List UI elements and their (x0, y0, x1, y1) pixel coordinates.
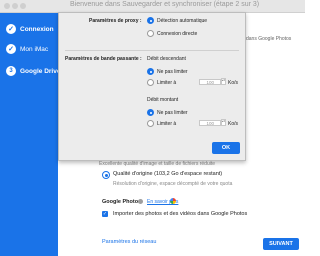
import-photos-label: Importer des photos et des vidéos dans G… (113, 211, 248, 217)
download-limit-input[interactable]: 100 (199, 79, 221, 85)
checkmark-icon: ✓ (6, 24, 16, 34)
download-nolimit-radio[interactable] (147, 68, 154, 75)
proxy-direct-label: Connexion directe (157, 31, 198, 37)
upload-limit-radio[interactable] (147, 120, 154, 127)
google-photos-label: Google Photos (102, 199, 142, 205)
upload-nolimit-radio[interactable] (147, 109, 154, 116)
ok-button[interactable]: OK (212, 142, 240, 154)
photos-heading-partial: dans Google Photos (246, 36, 292, 42)
proxy-settings-label: Paramètres de proxy : (89, 18, 142, 24)
step-number-badge: 3 (6, 66, 16, 76)
sidebar-item-label: Mon iMac (20, 45, 49, 53)
download-unit: Ko/s (228, 80, 239, 86)
upload-nolimit-label: Ne pas limiter (157, 110, 188, 116)
divider (65, 50, 239, 51)
checkmark-icon: ✓ (6, 44, 16, 54)
upload-limit-stepper[interactable]: ▴▾ (221, 119, 226, 126)
proxy-auto-radio[interactable] (147, 17, 154, 24)
sidebar-item-label: Connexion (20, 25, 54, 33)
original-quality-label: Qualité d'origine (103,2 Go d'espace res… (113, 171, 223, 177)
zoom-window-icon[interactable] (20, 3, 26, 9)
download-limit-label: Limiter à (157, 80, 177, 86)
sidebar-item-label: Google Drive (20, 67, 61, 75)
minimize-window-icon[interactable] (12, 3, 18, 9)
bandwidth-settings-label: Paramètres de bande passante : (65, 56, 142, 62)
upload-limit-input[interactable]: 100 (199, 120, 221, 126)
setup-sidebar: ✓ Connexion ✓ Mon iMac 3 Google Drive (0, 13, 60, 256)
download-rate-title: Débit descendant (147, 56, 186, 62)
network-settings-link[interactable]: Paramètres du réseau (102, 239, 156, 245)
proxy-direct-radio[interactable] (147, 30, 154, 37)
upload-limit-label: Limiter à (157, 121, 177, 127)
download-limit-stepper[interactable]: ▴▾ (221, 78, 226, 85)
network-settings-dialog: Paramètres de proxy : Détection automati… (58, 12, 246, 161)
close-window-icon[interactable] (4, 3, 10, 9)
import-photos-checkbox[interactable]: ✓ (102, 211, 108, 217)
upload-unit: Ko/s (228, 121, 239, 127)
sidebar-item-connexion: ✓ Connexion (6, 24, 54, 34)
original-quality-description: Résolution d'origine, espace décompté de… (113, 181, 233, 187)
proxy-auto-label: Détection automatique (157, 18, 208, 24)
sidebar-item-mon-imac: ✓ Mon iMac (6, 44, 48, 54)
download-nolimit-label: Ne pas limiter (157, 69, 188, 75)
info-icon (138, 199, 143, 204)
next-button[interactable]: SUIVANT (263, 238, 299, 250)
upload-rate-title: Débit montant (147, 97, 179, 103)
original-quality-radio[interactable] (102, 171, 110, 179)
download-limit-radio[interactable] (147, 79, 154, 86)
sidebar-item-google-drive: 3 Google Drive (6, 66, 60, 76)
pinwheel-icon (170, 198, 176, 204)
window-title: Bienvenue dans Sauvegarder et synchronis… (70, 1, 260, 8)
quality-description: Excellente qualité d'image et taille de … (99, 161, 216, 167)
